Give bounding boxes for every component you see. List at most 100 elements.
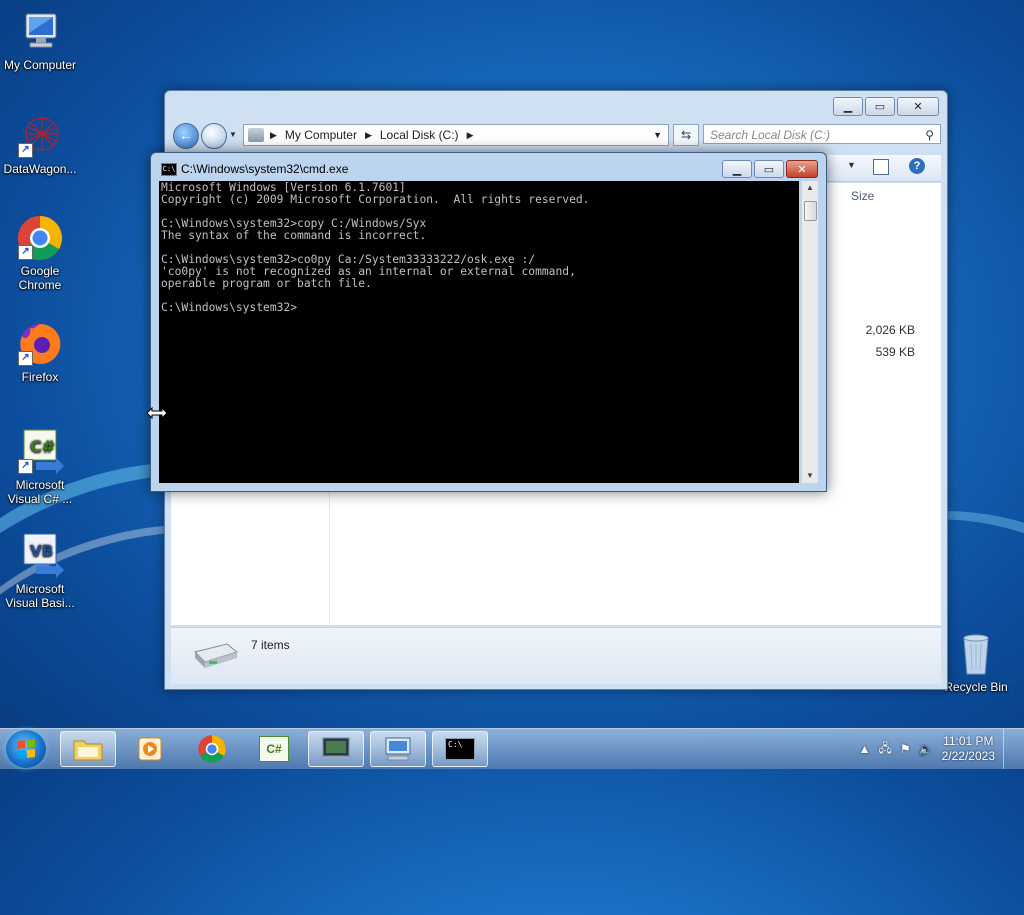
window-caption-buttons: ▁ ▭ ✕ [722, 160, 818, 178]
media-player-icon [138, 737, 162, 761]
minimize-icon: ▁ [843, 101, 853, 113]
recent-pages-dropdown[interactable]: ▼ [229, 130, 237, 139]
search-icon: ⚲ [925, 128, 934, 142]
address-bar[interactable]: ▶ My Computer ▶ Local Disk (C:) ▶ ▼ [243, 124, 669, 146]
desktop-icon-label: Microsoft Visual C# ... [7, 478, 73, 506]
minimize-button[interactable]: ▁ [833, 97, 863, 116]
taskbar-chrome[interactable] [184, 731, 240, 767]
visual-basic-icon: VB [16, 532, 64, 580]
show-desktop-button[interactable] [1003, 729, 1016, 769]
svg-text:C#: C# [30, 437, 55, 456]
breadcrumb-separator-icon: ▶ [466, 129, 474, 140]
shortcut-arrow-icon: ↗ [18, 351, 33, 366]
visual-csharp-icon: C# [259, 736, 289, 762]
windows-logo-icon [17, 739, 35, 759]
drive-icon [248, 128, 264, 142]
window-caption-buttons: ▁ ▭ ✕ [833, 97, 939, 116]
network-icon[interactable]: 🖧 [879, 739, 892, 760]
desktop-icon-firefox[interactable]: ↗ Firefox [0, 320, 80, 384]
maximize-button[interactable]: ▭ [865, 97, 895, 116]
computer-icon [16, 8, 64, 56]
chrome-icon: ↗ [16, 214, 64, 262]
address-dropdown-icon[interactable]: ▼ [653, 130, 662, 140]
cmd-system-icon[interactable]: C:\ [161, 163, 177, 176]
taskbar: C# C:\ ▲ 🖧 ⚑ 🔈 11:01 PM 2/22/2023 [0, 728, 1024, 769]
breadcrumb-separator-icon: ▶ [364, 129, 372, 140]
taskbar-media-player[interactable] [122, 731, 178, 767]
taskbar-remote-desktop[interactable] [370, 731, 426, 767]
taskbar-app-window[interactable] [308, 731, 364, 767]
svg-text:VB: VB [30, 542, 53, 560]
desktop-icon-my-computer[interactable]: My Computer [0, 8, 80, 72]
volume-icon[interactable]: 🔈 [919, 742, 934, 756]
clock[interactable]: 11:01 PM 2/22/2023 [942, 734, 995, 764]
desktop-icon-label: My Computer [3, 58, 77, 72]
taskbar-visual-csharp[interactable]: C# [246, 731, 302, 767]
scroll-thumb[interactable] [804, 201, 817, 221]
desktop-icon-datawagon[interactable]: ↗ DataWagon... [0, 112, 80, 176]
help-icon[interactable]: ? [909, 158, 925, 174]
console-text: Microsoft Windows [Version 6.1.7601] Cop… [161, 181, 590, 314]
column-header-size[interactable]: Size [851, 189, 874, 203]
chrome-icon [198, 735, 226, 763]
cmd-window[interactable]: C:\ C:\Windows\system32\cmd.exe ▁ ▭ ✕ Mi… [150, 152, 827, 492]
action-center-flag-icon[interactable]: ⚑ [900, 742, 911, 756]
start-button[interactable] [6, 730, 46, 768]
desktop-icon-recycle-bin[interactable]: Recycle Bin [936, 630, 1016, 694]
preview-pane-icon[interactable] [873, 159, 889, 175]
desktop-icon-label: Recycle Bin [944, 680, 1008, 694]
refresh-icon: ⇆ [680, 128, 692, 142]
minimize-icon: ▁ [732, 163, 742, 176]
close-button[interactable]: ✕ [897, 97, 939, 116]
search-input[interactable]: Search Local Disk (C:) ⚲ [703, 124, 941, 144]
desktop-icon-visual-csharp[interactable]: C# ↗ Microsoft Visual C# ... [0, 428, 80, 506]
datawagon-icon: ↗ [16, 112, 64, 160]
scroll-up-icon[interactable]: ▲ [802, 181, 818, 195]
navigation-bar: ← ▼ ▶ My Computer ▶ Local Disk (C:) ▶ ▼ … [173, 122, 941, 150]
taskbar-explorer[interactable] [60, 731, 116, 767]
desktop-icon-visual-basic[interactable]: VB Microsoft Visual Basi... [0, 532, 80, 610]
breadcrumb-separator-icon: ▶ [270, 129, 277, 140]
maximize-button[interactable]: ▭ [754, 160, 784, 178]
show-hidden-icons-button[interactable]: ▲ [859, 742, 871, 756]
system-tray: ▲ 🖧 ⚑ 🔈 11:01 PM 2/22/2023 [859, 729, 1016, 769]
recycle-bin-icon [952, 630, 1000, 678]
item-count: 7 items [251, 638, 290, 652]
hard-drive-icon [194, 643, 239, 668]
desktop-icon-google-chrome[interactable]: ↗ Google Chrome [0, 214, 80, 292]
shortcut-arrow-icon: ↗ [18, 143, 33, 158]
file-size: 2,026 KB [865, 323, 915, 337]
maximize-icon: ▭ [874, 101, 886, 113]
resize-cursor-icon [146, 406, 168, 420]
close-icon: ✕ [913, 101, 923, 113]
file-size: 539 KB [875, 345, 915, 359]
desktop-icon-label: Google Chrome [18, 264, 62, 292]
vertical-scrollbar[interactable]: ▲ ▼ [801, 181, 818, 483]
close-icon: ✕ [797, 163, 807, 176]
shortcut-arrow-icon: ↗ [18, 245, 33, 260]
views-dropdown-icon[interactable]: ▼ [847, 160, 856, 170]
cmd-icon: C:\ [445, 738, 475, 760]
details-pane: 7 items [171, 627, 941, 684]
refresh-button[interactable]: ⇆ [673, 124, 699, 146]
firefox-icon: ↗ [16, 320, 64, 368]
forward-button[interactable] [201, 123, 227, 149]
remote-desktop-icon [385, 737, 411, 761]
breadcrumb-local-disk[interactable]: Local Disk (C:) [380, 128, 459, 142]
back-button[interactable]: ← [173, 123, 199, 149]
monitor-app-icon [322, 737, 350, 760]
minimize-button[interactable]: ▁ [722, 160, 752, 178]
breadcrumb-my-computer[interactable]: My Computer [285, 128, 357, 142]
folder-icon [73, 740, 103, 761]
shortcut-arrow-icon: ↗ [18, 459, 33, 474]
desktop-icon-label: Firefox [21, 370, 59, 384]
console-output[interactable]: Microsoft Windows [Version 6.1.7601] Cop… [159, 181, 799, 483]
scroll-down-icon[interactable]: ▼ [802, 469, 818, 483]
back-arrow-icon: ← [179, 127, 193, 143]
search-placeholder: Search Local Disk (C:) [710, 128, 831, 142]
close-button[interactable]: ✕ [786, 160, 818, 178]
desktop-icon-label: DataWagon... [3, 162, 77, 176]
maximize-icon: ▭ [763, 163, 775, 176]
clock-time: 11:01 PM [943, 734, 994, 748]
taskbar-cmd[interactable]: C:\ [432, 731, 488, 767]
